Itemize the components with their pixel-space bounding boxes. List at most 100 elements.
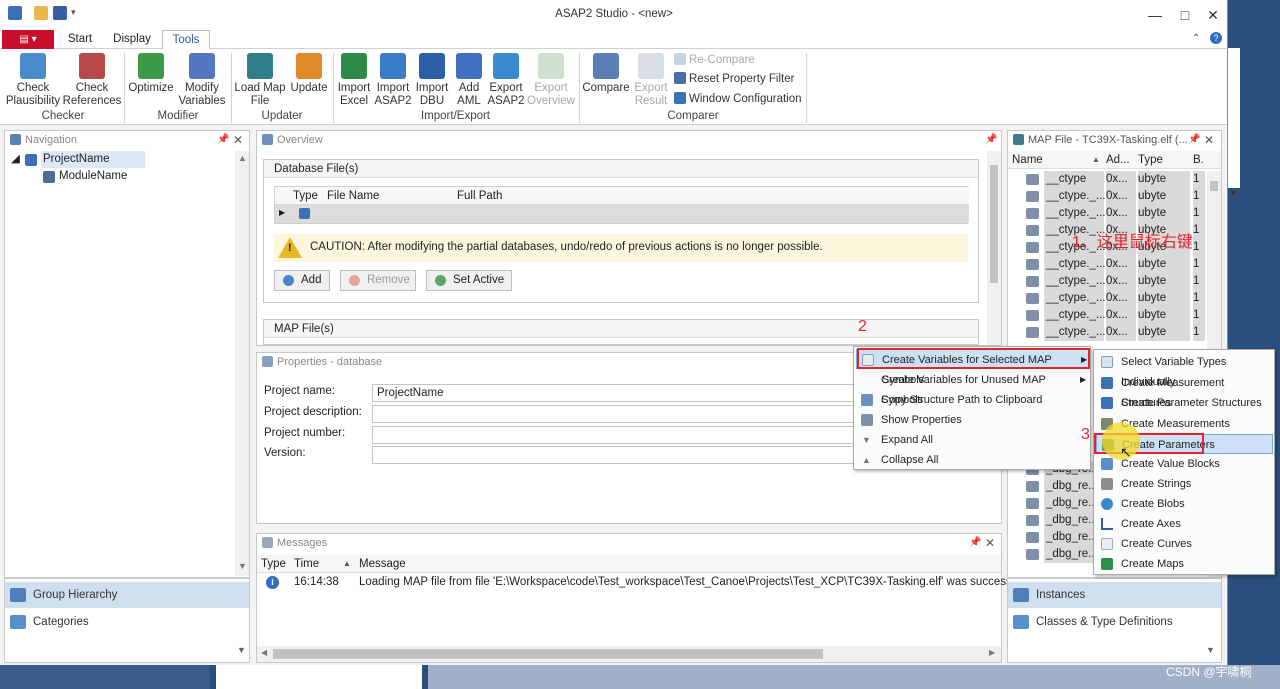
window-configuration-button[interactable]: Window Configuration [674,91,802,107]
close-button[interactable]: ✕ [1198,4,1227,26]
project-description-field[interactable] [372,405,872,423]
check-references-button[interactable]: Check References [62,53,122,107]
menu-item-copy-structure-path[interactable]: Copy Structure Path to Clipboard [856,390,1089,410]
submenu-select-variable-types[interactable]: Select Variable Types Individually [1096,352,1273,388]
export-asap2-button[interactable]: Export ASAP2 [487,53,525,107]
compare-label: Compare [582,82,630,94]
tab-start[interactable]: Start [60,30,100,49]
import-dbu-button[interactable]: Import DBU [413,53,451,107]
map-symbol-row[interactable]: __ctype._... 0x... ubyte 1 [1008,324,1208,341]
map-symbol-row[interactable]: __ctype._... 0x... ubyte 1 [1008,273,1208,290]
file-menu-button[interactable]: ▤ ▾ [2,30,54,49]
map-scroll-thumb[interactable] [1210,181,1218,191]
map-symbol-row[interactable]: __ctype._... 0x... ubyte 1 [1008,188,1208,205]
add-aml-button[interactable]: Add AML [451,53,487,107]
export-overview-button[interactable]: Export Overview [526,53,576,107]
compare-button[interactable]: Compare [582,53,630,95]
map-symbol-row[interactable]: __ctype._... 0x... ubyte 1 [1008,205,1208,222]
tree-project-node[interactable]: ProjectName [41,151,145,168]
map-col-type[interactable]: Type [1138,154,1163,166]
grid-row[interactable] [275,205,969,223]
tree-expander-icon[interactable]: ◢ [11,151,20,168]
messages-col-message[interactable]: Message [359,558,406,570]
import-excel-button[interactable]: Import Excel [335,53,373,107]
import-asap2-button[interactable]: Import ASAP2 [374,53,412,107]
load-map-file-button[interactable]: Load Map File [233,53,287,107]
navigation-scrollbar[interactable] [235,151,249,576]
scroll-right-icon[interactable]: ▶ [989,648,995,657]
project-number-field[interactable] [372,426,872,444]
export-result-button[interactable]: Export Result [632,53,670,107]
optimize-button[interactable]: Optimize [126,53,176,95]
pin-icon[interactable]: 📌 [985,131,997,149]
map-symbol-row[interactable]: __ctype._... 0x... ubyte 1 [1008,307,1208,324]
add-button[interactable]: Add [274,270,330,291]
messages-col-time[interactable]: Time [294,558,319,570]
minimize-button[interactable]: — [1140,4,1170,26]
grid-col-type[interactable]: Type [293,190,318,202]
close-panel-icon[interactable]: ✕ [233,131,243,149]
scroll-down-icon[interactable]: ▼ [238,561,247,571]
submenu-create-measurement-structures[interactable]: Create Measurement Structures [1096,373,1273,409]
menu-item-create-variables-unused[interactable]: Create Variables for Unused MAP Symbols ▶ [856,370,1089,406]
pin-icon[interactable]: 📌 [217,131,229,149]
classes-type-definitions-tab[interactable]: Classes & Type Definitions [1008,609,1221,635]
restore-button[interactable]: □ [1170,4,1200,26]
map-col-name[interactable]: Name [1012,154,1043,166]
dropdown-chevron-icon[interactable]: ▼ [1206,645,1215,655]
modify-variables-button[interactable]: Modify Variables [176,53,228,107]
check-plausibility-button[interactable]: Check Plausibility [4,53,62,107]
update-button[interactable]: Update [287,53,331,95]
collapse-ribbon-icon[interactable]: ⌃ [1192,33,1200,44]
symbol-name: __ctype._... [1044,290,1105,307]
menu-item-collapse-all[interactable]: ▲ Collapse All [856,450,1089,470]
submenu-create-curves[interactable]: Create Curves [1096,534,1273,554]
menu-item-show-properties[interactable]: Show Properties [856,410,1089,430]
map-symbol-row[interactable]: __ctype 0x... ubyte 1 [1008,171,1208,188]
recompare-button[interactable]: Re-Compare [674,52,755,68]
submenu-create-blobs[interactable]: Create Blobs [1096,494,1273,514]
project-name-field[interactable]: ProjectName [372,384,872,402]
instances-tab[interactable]: Instances [1008,582,1221,608]
messages-col-type[interactable]: Type [261,558,286,570]
reset-property-filter-button[interactable]: Reset Property Filter [674,71,794,87]
map-symbol-row[interactable]: __ctype._... 0x... ubyte 1 [1008,256,1208,273]
pin-icon[interactable]: 📌 [1188,131,1200,149]
messages-scroll-thumb[interactable] [273,649,823,659]
submenu-create-strings[interactable]: Create Strings [1096,474,1273,494]
map-dbg-row[interactable]: _dbg_re... [1008,512,1098,529]
set-active-button[interactable]: Set Active [426,270,512,291]
map-dbg-row[interactable]: _dbg_re... [1008,495,1098,512]
blob-icon [1101,498,1113,510]
categories-tab[interactable]: Categories [5,609,249,635]
map-dbg-row[interactable]: _dbg_re... [1008,546,1098,563]
pin-icon[interactable]: 📌 [969,534,981,552]
map-dbg-row[interactable]: _dbg_re... [1008,478,1098,495]
version-field[interactable] [372,446,872,464]
map-file-title: MAP File - TC39X-Tasking.elf (... [1028,134,1188,146]
menu-item-expand-all[interactable]: ▼ Expand All [856,430,1089,450]
symbol-address: 0x... [1106,256,1136,273]
map-col-address[interactable]: Ad... [1106,154,1130,166]
map-col-b[interactable]: B. [1193,154,1204,166]
submenu-create-maps[interactable]: Create Maps [1096,554,1273,574]
overview-scroll-thumb[interactable] [990,165,998,283]
close-panel-icon[interactable]: ✕ [1204,131,1214,149]
map-symbol-row[interactable]: __ctype._... 0x... ubyte 1 [1008,290,1208,307]
tab-tools[interactable]: Tools [162,30,210,50]
symbol-icon [1026,259,1039,270]
grid-col-filename[interactable]: File Name [327,190,379,202]
map-dbg-row[interactable]: _dbg_re... [1008,529,1098,546]
scroll-up-icon[interactable]: ▲ [238,153,247,163]
submenu-create-parameter-structures[interactable]: Create Parameter Structures [1096,393,1273,413]
remove-button[interactable]: Remove [340,270,416,291]
scroll-left-icon[interactable]: ◀ [261,648,267,657]
group-hierarchy-tab[interactable]: Group Hierarchy [5,582,249,608]
tab-display[interactable]: Display [106,30,158,49]
help-icon[interactable]: ? [1210,32,1222,44]
grid-col-fullpath[interactable]: Full Path [457,190,502,202]
tree-module-node[interactable]: ModuleName [59,168,127,185]
submenu-create-axes[interactable]: Create Axes [1096,514,1273,534]
close-panel-icon[interactable]: ✕ [985,534,995,552]
dropdown-chevron-icon[interactable]: ▼ [237,645,246,655]
